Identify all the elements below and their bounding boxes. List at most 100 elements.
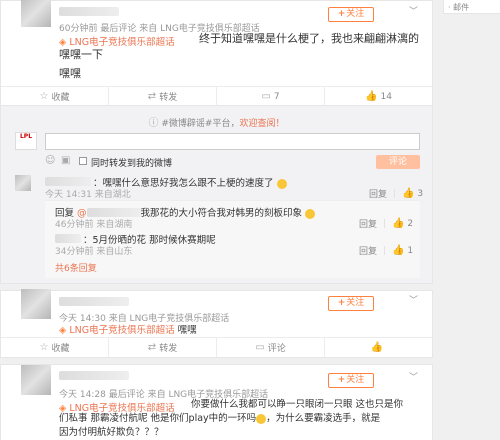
follow-button[interactable]: +关注 <box>328 7 374 22</box>
thumbs-up-icon: 👍 <box>365 91 378 102</box>
username-blurred[interactable] <box>59 7 119 16</box>
follow-button[interactable]: +关注 <box>328 296 374 311</box>
follow-label: 关注 <box>346 298 365 308</box>
repost-label: 转发 <box>159 93 178 103</box>
avatar[interactable] <box>21 0 51 27</box>
repost-label: 转发 <box>159 344 178 354</box>
comment-ops: 回复 | 👍 3 <box>369 187 423 200</box>
reply-time-2: 34分钟前 <box>55 247 94 257</box>
plus-icon: + <box>337 298 346 308</box>
like-button[interactable]: 👍 <box>325 338 432 357</box>
like-button[interactable]: 👍 14 <box>325 87 432 106</box>
thumbs-up-icon: 👍 <box>392 245 405 256</box>
collect-button[interactable]: ☆ 收藏 <box>1 87 109 106</box>
avatar[interactable] <box>21 289 51 319</box>
comment-like-button[interactable]: 👍 3 <box>402 188 423 199</box>
collect-button[interactable]: ☆ 收藏 <box>1 338 109 357</box>
collect-label: 收藏 <box>51 344 70 354</box>
comment-time: 今天 14:31 <box>45 190 92 200</box>
post-card-3: 今天 14:28 最后评论 来自 LNG电子竞技俱乐部超话 +关注 ﹀ ◈ LN… <box>0 364 433 440</box>
repost-checkbox[interactable] <box>79 157 87 165</box>
divider: | <box>383 218 387 229</box>
reply-from-2: 来自山东 <box>96 247 133 257</box>
repost-button[interactable]: ⇄ 转发 <box>109 338 217 357</box>
current-user-avatar[interactable]: LPL <box>15 132 37 150</box>
reply-meta: 46分钟前 来自湖南 <box>55 217 132 230</box>
comment-meta: 今天 14:31 来自湖北 <box>45 187 131 200</box>
like-count: 14 <box>380 91 392 102</box>
reply-like-button[interactable]: 👍 2 <box>392 218 413 229</box>
laugh-emoji-icon <box>256 413 267 424</box>
last-comment-label: 最后评论 <box>108 390 145 400</box>
post-card-1: 60分钟前 最后评论 来自 LNG电子竞技俱乐部超话 +关注 ﹀ ◈ LNG电子… <box>0 0 433 106</box>
reply-meta-2: 34分钟前 来自山东 <box>55 244 132 257</box>
submit-comment-button[interactable]: 评论 <box>376 155 420 169</box>
laugh-emoji-icon <box>276 178 287 189</box>
image-icon[interactable]: ▣ <box>61 155 70 166</box>
rumor-tip: ⓘ #微博辟谣#平台，欢迎查阅！ <box>1 114 432 129</box>
username-blurred[interactable] <box>59 297 129 306</box>
reply-like-count-2: 1 <box>407 246 414 256</box>
side-panel-text: · 邮件 <box>448 3 470 12</box>
chevron-down-icon[interactable]: ﹀ <box>409 296 418 306</box>
comment-button[interactable]: ▭ 7 <box>217 87 325 106</box>
reply-reply-button[interactable]: 回复 <box>359 217 377 230</box>
laugh-emoji-icon <box>305 208 316 219</box>
comment-icon: ▭ <box>255 342 265 353</box>
more-replies-link[interactable]: 共6条回复 <box>55 261 97 274</box>
comment-avatar[interactable] <box>15 175 31 191</box>
reply-reply-button-2[interactable]: 回复 <box>359 244 377 257</box>
reply-like-count: 2 <box>407 219 414 229</box>
follow-label: 关注 <box>346 9 365 19</box>
star-icon: ☆ <box>39 342 49 353</box>
post-time[interactable]: 今天 14:28 <box>59 390 106 400</box>
side-panel: · 邮件 <box>443 0 500 14</box>
comment-reply-button[interactable]: 回复 <box>369 187 387 200</box>
repost-checkbox-label: 同时转发到我的微博 <box>91 159 173 169</box>
supertopic-tag[interactable]: ◈ LNG电子竞技俱乐部超话 嘿嘿 <box>59 322 197 336</box>
rumor-tip-link[interactable]: 欢迎查阅！ <box>239 119 284 129</box>
divider: | <box>393 188 397 199</box>
reply-like-button-2[interactable]: 👍 1 <box>392 245 413 256</box>
post-text-line2a: 们私事 那霸凌付航呢 他是你们play中的一环吗 <box>59 413 257 424</box>
comment-label: 评论 <box>267 344 286 354</box>
repost-button[interactable]: ⇄ 转发 <box>109 87 217 106</box>
post-text-line3: 因为付明航好欺负？？？ <box>59 427 164 438</box>
post-text-2: 嘿嘿 <box>59 67 81 80</box>
post-text: 嘿嘿 <box>177 325 197 336</box>
thumbs-up-icon: 👍 <box>370 342 384 353</box>
lpl-badge-text: LPL <box>19 133 33 140</box>
post-card-2: 今天 14:30 来自 LNG电子竞技俱乐部超话 +关注 ﹀ ◈ LNG电子竞技… <box>0 289 433 358</box>
avatar[interactable] <box>21 365 51 395</box>
comment-count: 7 <box>273 91 280 102</box>
thumbs-up-icon: 👍 <box>392 218 405 229</box>
comment-icon: ▭ <box>261 91 271 102</box>
username-blurred[interactable] <box>59 371 129 380</box>
repost-icon: ⇄ <box>147 91 157 102</box>
reply-from: 来自湖南 <box>96 220 133 230</box>
comment-username-blurred[interactable] <box>45 177 91 186</box>
supertopic-label: LNG电子竞技俱乐部超话 <box>69 325 175 336</box>
star-icon: ☆ <box>39 91 49 102</box>
plus-icon: + <box>337 375 346 385</box>
thumbs-up-icon: 👍 <box>402 188 415 199</box>
rumor-tip-text: #微博辟谣#平台， <box>161 119 240 129</box>
post-text-line1: 终于知道嘿嘿是什么梗了，我也来翩翩淋漓的嘿嘿一下 <box>59 32 419 61</box>
follow-label: 关注 <box>346 375 365 385</box>
comment-from: 来自湖北 <box>94 190 131 200</box>
emoji-icon[interactable]: ☺ <box>45 155 55 166</box>
reply-username-blurred[interactable] <box>55 234 81 243</box>
comment-input[interactable] <box>45 133 420 150</box>
chevron-down-icon[interactable]: ﹀ <box>409 373 418 383</box>
collect-label: 收藏 <box>51 93 70 103</box>
reply-time: 46分钟前 <box>55 220 94 230</box>
divider: | <box>383 245 387 256</box>
reply-ops-2: 回复 | 👍 1 <box>359 244 413 257</box>
comment-button[interactable]: ▭ 评论 <box>217 338 325 357</box>
mention-blurred[interactable] <box>86 208 141 217</box>
chevron-down-icon[interactable]: ﹀ <box>409 7 418 17</box>
supertopic-icon: ◈ <box>59 325 67 336</box>
plus-icon: + <box>337 9 346 19</box>
post-text-line2b: ，为什么要霸凌选手，就是 <box>266 413 381 424</box>
follow-button[interactable]: +关注 <box>328 373 374 388</box>
